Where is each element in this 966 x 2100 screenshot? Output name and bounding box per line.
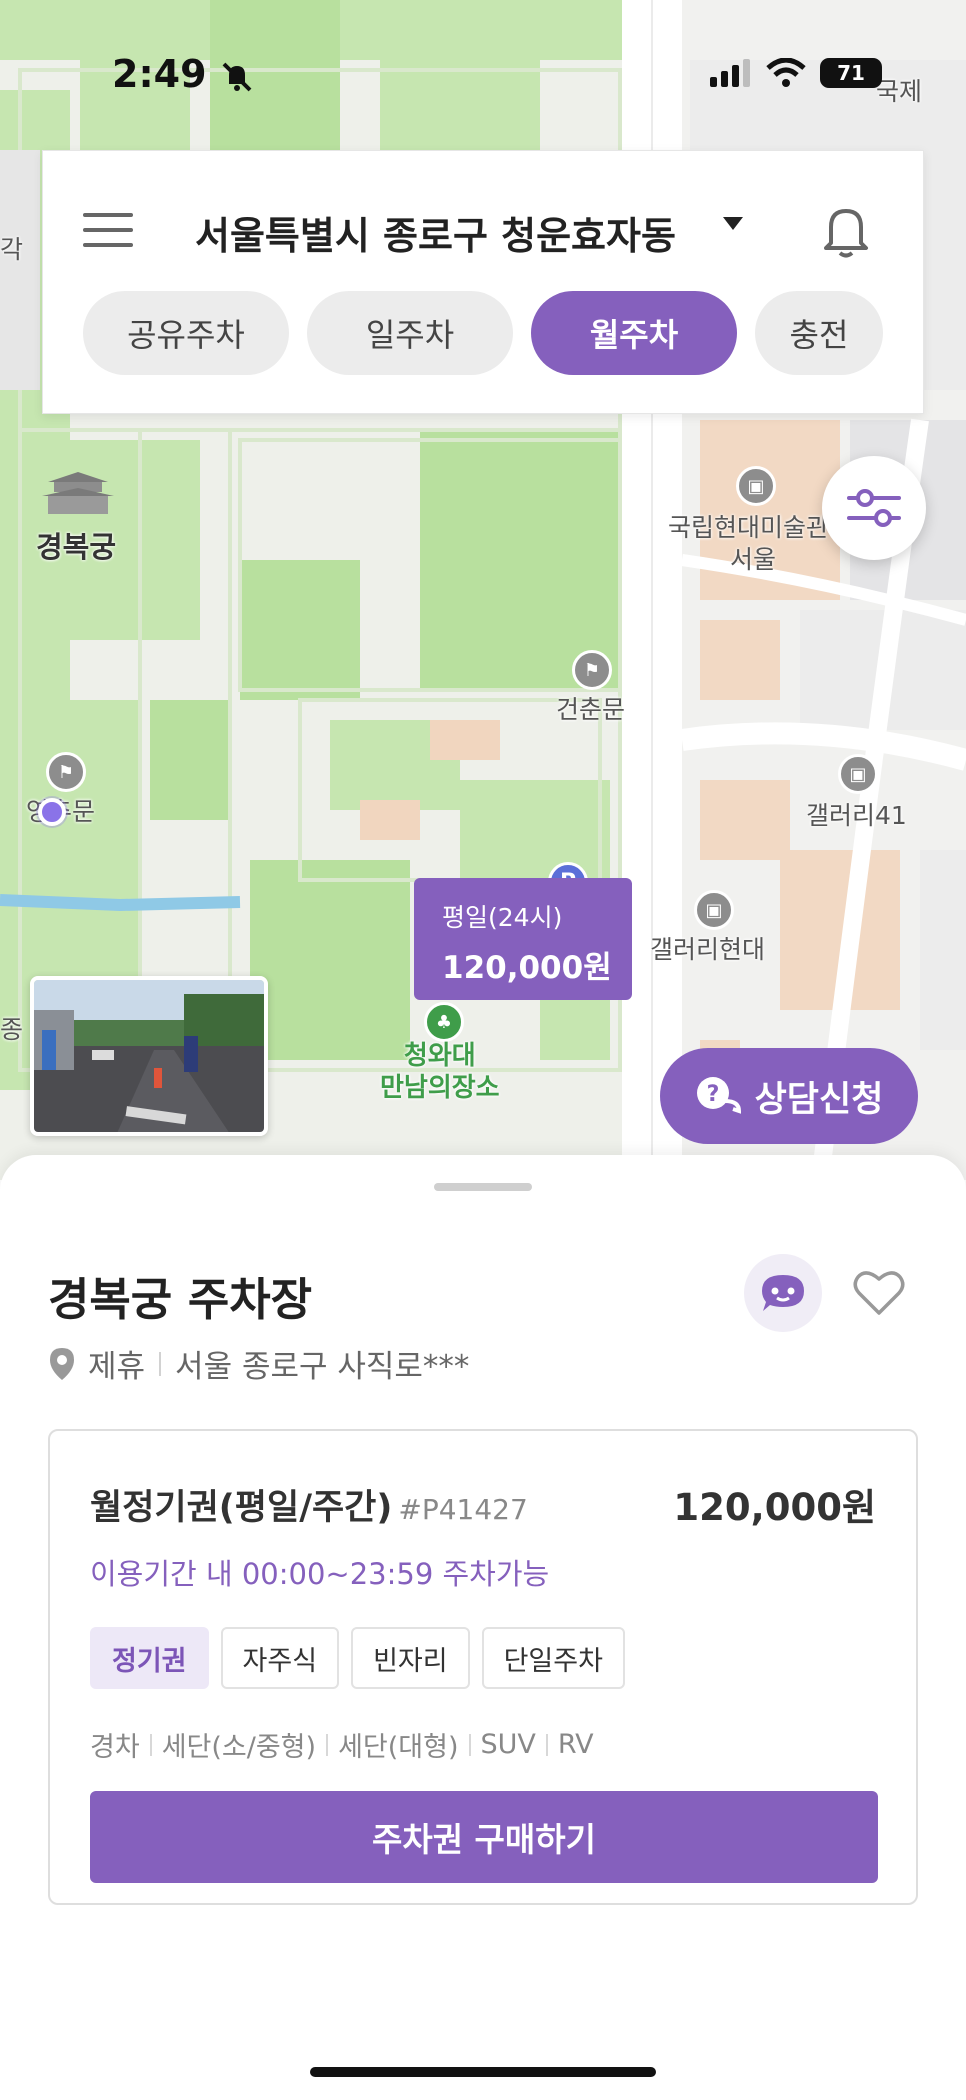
sheet-grabber[interactable] bbox=[434, 1183, 532, 1191]
map-label-mmca-sub: 서울 bbox=[730, 545, 777, 574]
chat-bubble-icon bbox=[762, 1275, 804, 1311]
car-type-list: 경차 세단(소/중형) 세단(대형) SUV RV bbox=[90, 1725, 594, 1764]
chat-question-icon: ? bbox=[696, 1077, 741, 1114]
map-label-gallery-hyundai[interactable]: 갤러리현대 bbox=[650, 930, 765, 966]
car-type-item: 세단(소/중형) bbox=[161, 1732, 317, 1763]
parking-lot-address: 서울 종로구 사직로*** bbox=[175, 1349, 470, 1385]
buy-ticket-button[interactable]: 주차권 구매하기 bbox=[90, 1791, 878, 1883]
gallery41-poi-icon[interactable]: ▣ bbox=[838, 754, 878, 794]
tab-daily-parking[interactable]: 일주차 bbox=[307, 291, 513, 375]
chip-vacant-spot: 빈자리 bbox=[351, 1627, 470, 1689]
consult-button-label: 상담신청 bbox=[754, 1079, 884, 1120]
filter-icon bbox=[847, 489, 901, 527]
my-location-dot bbox=[38, 798, 66, 826]
car-type-item: 세단(대형) bbox=[338, 1732, 459, 1763]
car-type-divider bbox=[326, 1733, 329, 1756]
location-filter-card: 서울특별시 종로구 청운효자동 공유주차 일주차 월주차 충전 bbox=[42, 150, 924, 414]
ticket-name: 월정기권(평일/주간) #P41427 bbox=[90, 1479, 528, 1530]
menu-icon[interactable] bbox=[83, 213, 133, 249]
ticket-code: #P41427 bbox=[398, 1493, 528, 1526]
price-marker-label: 평일(24시) bbox=[442, 903, 563, 932]
map-label-gallery41[interactable]: 갤러리41 bbox=[806, 796, 907, 832]
chip-single-parking: 단일주차 bbox=[481, 1627, 625, 1689]
map-label-jong: 종 bbox=[0, 1015, 24, 1044]
car-type-divider bbox=[149, 1733, 152, 1756]
map-label-geonchunmun[interactable]: 건춘문 bbox=[556, 690, 625, 726]
caret-down-icon[interactable] bbox=[723, 217, 743, 230]
car-type-item: 경차 bbox=[90, 1732, 140, 1763]
parking-lot-title: 경복궁 주차장 bbox=[48, 1273, 313, 1326]
price-marker-price: 120,000원 bbox=[442, 950, 612, 986]
map-label-gyeongbokgung[interactable]: 경복궁 bbox=[36, 524, 116, 566]
filter-button[interactable] bbox=[822, 456, 926, 560]
location-pin-icon bbox=[50, 1347, 74, 1380]
car-type-item: RV bbox=[557, 1729, 594, 1760]
cellular-signal-icon bbox=[710, 59, 750, 87]
address-divider bbox=[159, 1351, 162, 1376]
battery-icon: 71 bbox=[820, 58, 882, 88]
palace-icon bbox=[42, 472, 114, 514]
chat-icon[interactable] bbox=[744, 1254, 822, 1332]
tab-shared-parking[interactable]: 공유주차 bbox=[83, 291, 289, 375]
price-marker[interactable]: 평일(24시) 120,000원 bbox=[414, 878, 632, 1000]
ticket-card[interactable]: 월정기권(평일/주간) #P41427 120,000원 이용기간 내 00:00… bbox=[48, 1429, 918, 1905]
ticket-name-text: 월정기권(평일/주간) bbox=[90, 1488, 393, 1528]
cheongwadae-label: 청와대 bbox=[403, 1041, 476, 1071]
wifi-icon bbox=[766, 58, 806, 87]
status-time: 2:49 bbox=[112, 52, 254, 96]
status-time-text: 2:49 bbox=[112, 52, 207, 96]
parking-photo bbox=[34, 980, 264, 1132]
status-icons: 71 bbox=[710, 58, 882, 88]
map-label-gukje: 국제 bbox=[876, 77, 923, 106]
parking-type-tabs: 공유주차 일주차 월주차 충전 bbox=[83, 291, 883, 375]
ticket-price: 120,000원 bbox=[673, 1486, 876, 1529]
bell-icon[interactable] bbox=[821, 203, 871, 259]
car-type-divider bbox=[545, 1733, 548, 1756]
ticket-feature-chips: 정기권 자주식 빈자리 단일주차 bbox=[90, 1627, 625, 1689]
svg-text:?: ? bbox=[706, 1082, 719, 1107]
home-indicator[interactable] bbox=[310, 2067, 656, 2077]
car-type-item: SUV bbox=[480, 1729, 536, 1760]
bell-slash-icon bbox=[222, 62, 252, 91]
map-label-cheongwadae[interactable]: 청와대 만남의장소 bbox=[380, 1040, 500, 1104]
car-type-divider bbox=[468, 1733, 471, 1756]
parking-photo-thumbnail[interactable] bbox=[30, 976, 268, 1136]
map-label-gak: 각 bbox=[0, 235, 24, 264]
tab-charging[interactable]: 충전 bbox=[755, 291, 883, 375]
tree-poi-icon[interactable]: ♣ bbox=[424, 1002, 464, 1042]
cheongwadae-sub-label: 만남의장소 bbox=[380, 1073, 500, 1103]
map-label-mmca[interactable]: 국립현대미술관 bbox=[668, 508, 829, 544]
location-title[interactable]: 서울특별시 종로구 청운효자동 bbox=[195, 205, 676, 260]
gallery-hyundai-poi-icon[interactable]: ▣ bbox=[694, 890, 734, 930]
parking-lot-sheet: 경복궁 주차장 제휴 서울 종로구 사직로*** 월정기권(평일/주간) #P41… bbox=[0, 1155, 966, 2100]
museum-poi-icon[interactable]: ▣ bbox=[736, 466, 776, 506]
chip-self-parking: 자주식 bbox=[220, 1627, 340, 1689]
map-view[interactable]: 국제 각 종 경복궁 ▣ 국립현대미술관 서울 ⚑ 건춘문 ▣ 갤러리41 ▣ … bbox=[0, 0, 966, 1180]
tab-monthly-parking[interactable]: 월주차 bbox=[531, 291, 737, 375]
partner-tag: 제휴 bbox=[88, 1349, 146, 1385]
yeongchumun-poi-icon[interactable]: ⚑ bbox=[46, 752, 86, 792]
address-row: 제휴 서울 종로구 사직로*** bbox=[48, 1341, 469, 1386]
gate-poi-icon[interactable]: ⚑ bbox=[572, 650, 612, 690]
heart-icon[interactable] bbox=[852, 1267, 906, 1317]
ticket-hours: 이용기간 내 00:00~23:59 주차가능 bbox=[90, 1557, 550, 1591]
consult-button[interactable]: ? 상담신청 bbox=[660, 1048, 918, 1144]
chip-season-ticket: 정기권 bbox=[90, 1627, 209, 1689]
